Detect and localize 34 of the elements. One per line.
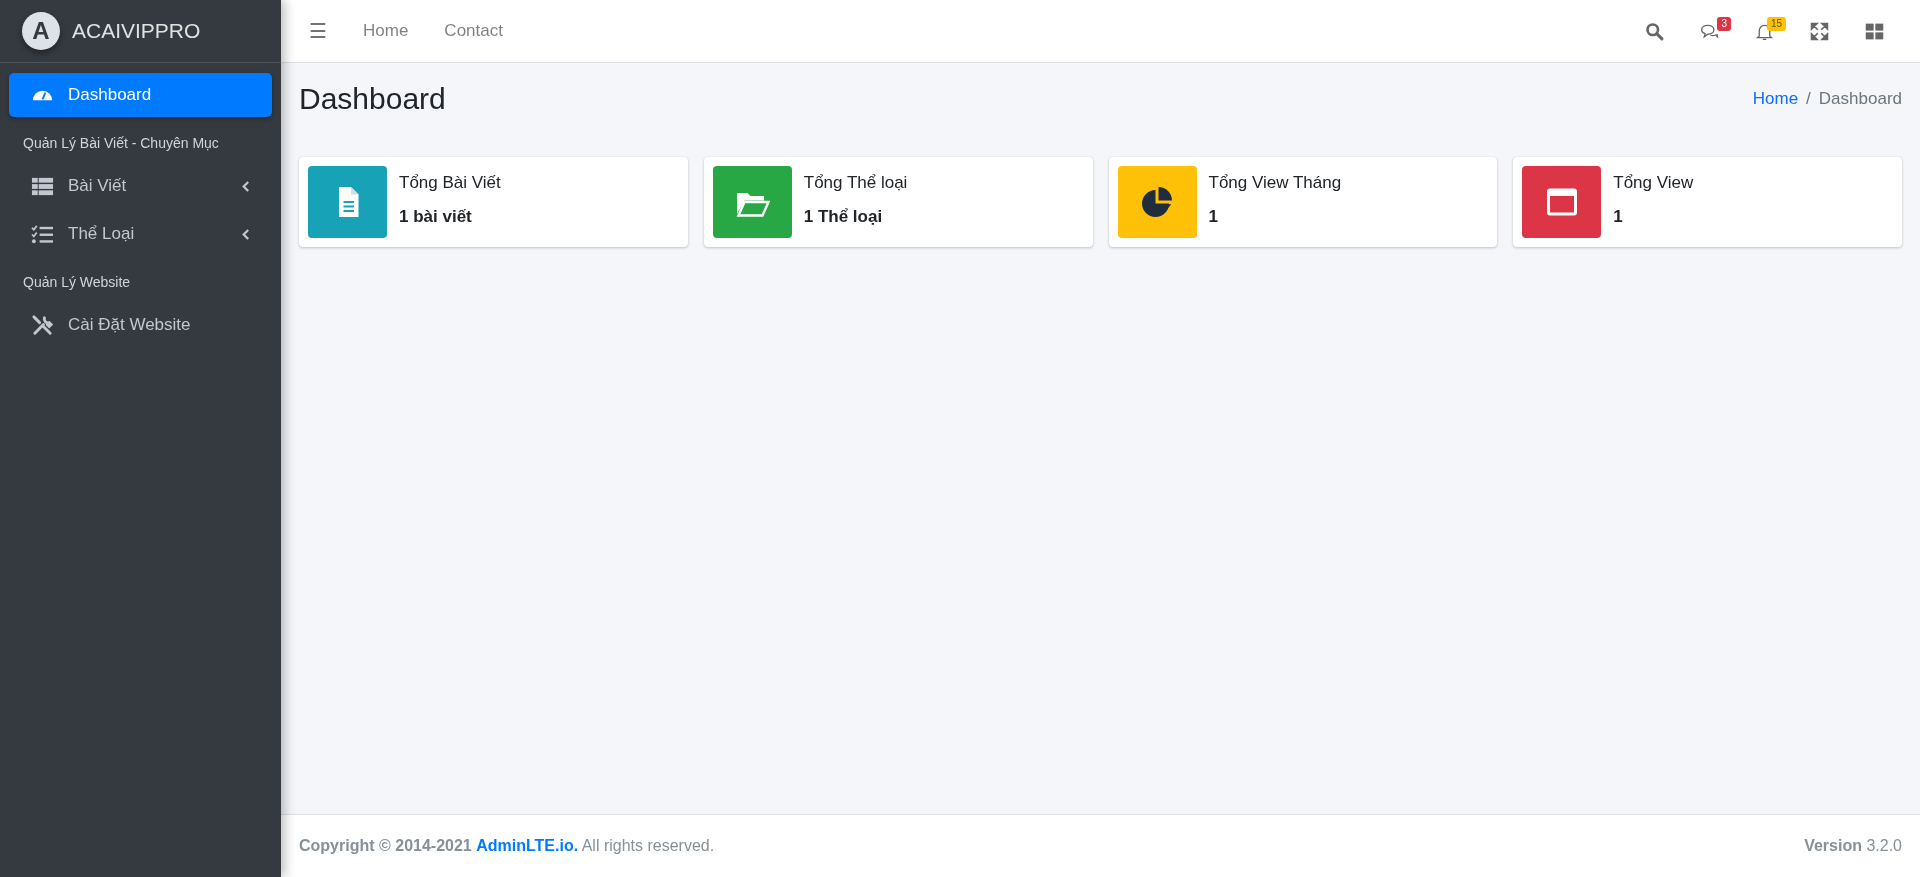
brand-name: ACAIVIPPRO [72,18,201,45]
pie-chart-icon [1139,184,1175,220]
sidebar-item[interactable]: Dashboard [9,73,272,117]
info-title: Tổng Bài Viết [399,172,501,194]
toolbar-button[interactable]: 15 [1737,12,1792,50]
page-title: Dashboard [299,81,446,117]
tools-icon [31,313,54,337]
version-text: Version 3.2.0 [1804,836,1902,856]
nav-link[interactable]: Contact [426,10,521,52]
count-badge: 3 [1717,16,1731,31]
menu-button[interactable]: ☰ [299,12,337,50]
toolbar-button[interactable]: 3 [1682,12,1737,50]
search-icon [1644,20,1665,42]
copyright-text: Copyright © 2014-2021 AdminLTE.io. All rights reserved. [299,836,715,856]
info-value: 1 Thể loại [803,205,884,228]
breadcrumb-link[interactable]: Home [1752,86,1799,112]
section-header: Quản Lý Bài Viết - Chuyên Mục [22,134,220,153]
expand-icon [1809,20,1830,42]
sidebar-item[interactable]: Cài Đặt Website [9,303,272,347]
brand-logo: A [22,12,60,50]
info-title: Tổng Thể loại [803,172,908,194]
footer-link[interactable]: AdminLTE.io. [476,837,579,854]
sidebar-item[interactable]: Thể Loại [9,212,272,256]
info-title: Tổng View Tháng [1208,172,1342,194]
info-value: 1 [1613,205,1624,228]
section-header: Quản Lý Website [22,273,132,292]
nav-link[interactable]: Home [345,10,427,52]
sidebar-item[interactable]: Bài Viết [9,164,272,208]
info-title: Tổng View [1613,172,1694,194]
info-value: 1 bài viết [399,205,473,228]
info-value: 1 [1208,205,1219,228]
breadcrumb-separator: / [1806,88,1811,111]
count-badge: 15 [1766,16,1786,31]
breadcrumb-current: Dashboard [1818,88,1902,111]
